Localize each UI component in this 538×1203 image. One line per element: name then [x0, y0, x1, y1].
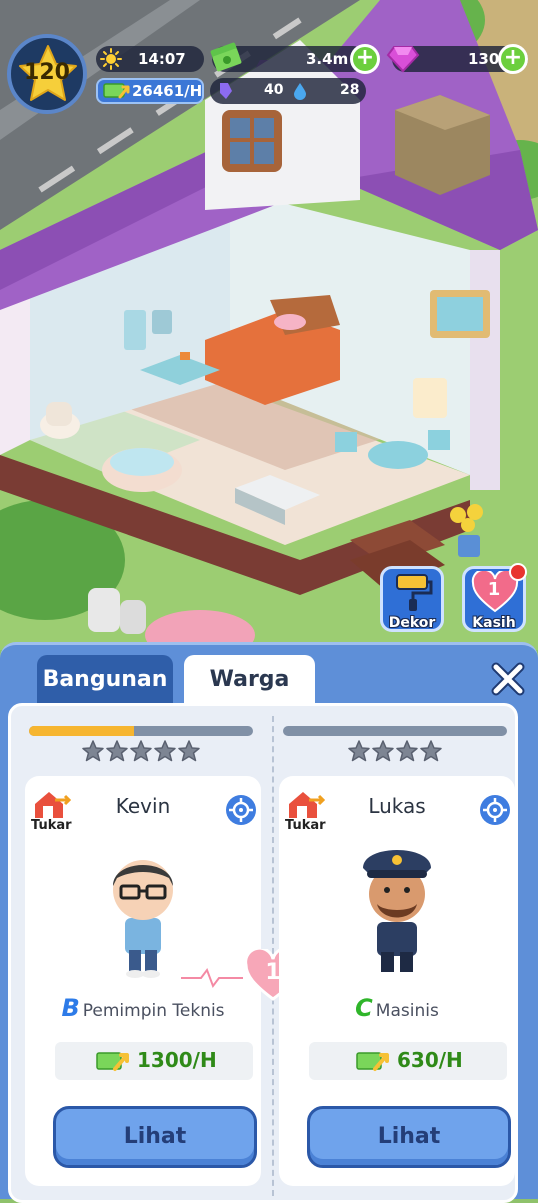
income-icon [96, 1052, 129, 1071]
resident-progress-bar [29, 726, 253, 736]
water-amount: 28 [340, 82, 360, 98]
resident-role-text: Pemimpin Teknis [82, 1001, 225, 1021]
star-rating [273, 740, 517, 766]
resident-income-amount: 630/H [397, 1048, 463, 1072]
swap-label: Tukar [31, 818, 72, 833]
love-label: Kasih [472, 615, 516, 631]
resources-pill: 40 28 [210, 78, 366, 104]
cash-stack-icon [210, 42, 242, 72]
rating-star-icon [396, 740, 418, 762]
energy-crystal-icon [220, 83, 232, 99]
income-icon [103, 83, 130, 99]
income-icon [356, 1052, 389, 1071]
rating-star-icon [420, 740, 442, 762]
love-count: 1 [487, 579, 501, 600]
cash-amount: 3.4m [306, 50, 349, 68]
close-icon[interactable] [488, 659, 528, 699]
resident-income-amount: 1300/H [137, 1048, 217, 1072]
locate-icon[interactable] [225, 794, 257, 826]
resident-role: C Masinis [279, 994, 515, 1022]
resident-grade: B [61, 994, 80, 1022]
notification-dot [509, 563, 527, 581]
swap-label: Tukar [285, 818, 326, 833]
clock-pill: 14:07 [96, 46, 204, 72]
decor-label: Dekor [388, 615, 436, 631]
resident-cards: Tukar Kevin B Pemimpin Teknis 1300/H Lih… [8, 703, 518, 1203]
add-cash-button[interactable]: + [350, 44, 380, 74]
resident-progress-fill [29, 726, 135, 736]
paint-roller-icon [396, 574, 433, 611]
love-button[interactable]: 1 Kasih [462, 563, 527, 632]
rating-star-icon [82, 740, 104, 762]
water-drop-icon [294, 83, 306, 100]
resident-role-text: Masinis [375, 1001, 439, 1021]
rating-star-icon [348, 740, 370, 762]
view-resident-button[interactable]: Lihat [307, 1106, 511, 1168]
resident-card-body: Tukar Lukas C Masinis 630/H Lihat [279, 776, 515, 1186]
resident-grade: C [355, 994, 373, 1022]
add-gems-button[interactable]: + [498, 44, 528, 74]
resident-progress-bar [283, 726, 507, 736]
resident-avatar-kevin [113, 860, 173, 978]
rating-star-icon [106, 740, 128, 762]
rating-star-icon [178, 740, 200, 762]
decor-button[interactable]: Dekor [380, 566, 444, 632]
resident-card-lukas[interactable]: Tukar Lukas C Masinis 630/H Lihat [273, 718, 515, 1188]
rating-star-icon [130, 740, 152, 762]
locate-icon[interactable] [479, 794, 511, 826]
income-rate: 26461/H [132, 82, 203, 100]
rating-star-icon [154, 740, 176, 762]
time-readout: 14:07 [138, 50, 186, 68]
gem-icon [386, 46, 420, 73]
residents-panel: Bangunan Warga Tukar Kevin B Pemimpin Te… [0, 642, 538, 1203]
star-rating [19, 740, 263, 766]
level-number: 120 [24, 60, 70, 85]
sun-icon [100, 48, 122, 70]
resident-income: 1300/H [55, 1042, 253, 1080]
resident-role: B Pemimpin Teknis [25, 994, 261, 1022]
income-rate-pill: 26461/H [96, 78, 204, 104]
resident-card-kevin[interactable]: Tukar Kevin B Pemimpin Teknis 1300/H Lih… [19, 718, 261, 1188]
rating-star-icon [372, 740, 394, 762]
level-badge[interactable]: 120 [7, 34, 87, 114]
view-resident-button[interactable]: Lihat [53, 1106, 257, 1168]
energy-amount: 40 [264, 82, 284, 98]
resident-income: 630/H [309, 1042, 507, 1080]
resident-avatar-lukas [363, 850, 431, 972]
cash-pill: 3.4m [210, 42, 366, 72]
tab-buildings[interactable]: Bangunan [37, 655, 173, 705]
gem-amount: 130 [468, 50, 500, 68]
